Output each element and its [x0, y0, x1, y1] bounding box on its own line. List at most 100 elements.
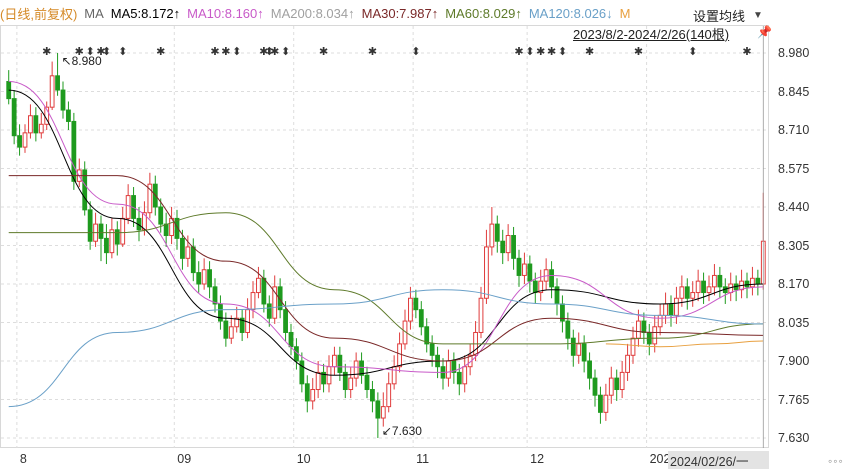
candlestick-plot[interactable]: ✱ ✱ ⬍ ✱⬍ ⬍ ✱ ✱ ✱ ⬍ ✱⬍✱ ⬍ ✱ ✱ ⬍ ✱ ⬍ ✱ ✱ ⬍ ✱ ✱ ⬍ ✱↖8.980↙7.630 — [0, 0, 770, 450]
candle-body — [22, 132, 28, 148]
candle-body — [158, 206, 164, 225]
ma-line-ma60 — [8, 212, 764, 345]
candle-body — [690, 292, 696, 299]
candle-body — [625, 354, 630, 373]
ma-settings-button[interactable]: 设置均线 ▼ — [686, 5, 770, 25]
candle-body — [190, 246, 196, 274]
candle-body — [332, 354, 337, 368]
event-marker: ✱ — [319, 46, 328, 58]
event-marker: ✱ — [514, 46, 523, 58]
candle-body — [511, 235, 516, 259]
candle-body — [370, 389, 375, 402]
candle-body — [663, 303, 668, 316]
candle-body — [98, 223, 104, 239]
candle-body — [527, 263, 533, 282]
indicator-legend: (日线,前复权) MA MA5:8.172↑ MA10:8.160↑ MA200… — [0, 3, 638, 23]
candle-body — [114, 229, 120, 245]
candle-body — [750, 277, 755, 288]
candle-body — [386, 383, 392, 408]
event-marker: ✱ — [547, 46, 556, 58]
ma-more-legend: M — [619, 5, 631, 21]
candle-body — [413, 297, 419, 311]
y-tick-label: 7.630 — [778, 431, 810, 445]
candle-body — [60, 89, 66, 111]
date-range-link[interactable]: 2023/8/2-2024/2/26(140根) — [573, 24, 729, 43]
event-marker: ✱ — [221, 46, 230, 58]
candle-body — [489, 223, 495, 248]
candle-body — [212, 286, 218, 305]
event-marker: ✱ — [585, 46, 594, 58]
y-tick-label: 7.900 — [778, 354, 810, 368]
candle-body — [608, 377, 614, 396]
candle-body — [516, 257, 522, 276]
candle-body — [266, 303, 272, 319]
candle-body — [228, 326, 234, 339]
candle-body — [33, 115, 39, 134]
y-tick-label: 8.710 — [778, 123, 810, 137]
candle-body — [619, 371, 625, 391]
event-marker: ✱ — [634, 46, 643, 58]
x-tick-label: 10 — [296, 452, 311, 466]
candle-body — [668, 303, 674, 316]
candle-body — [364, 374, 370, 391]
candle-body — [755, 277, 761, 285]
candle-body — [532, 280, 538, 294]
candle-body — [744, 280, 750, 288]
candle-body — [375, 400, 381, 419]
pin-icon[interactable]: 📌 — [757, 25, 772, 39]
price-mode-label[interactable]: (日线,前复权) — [0, 4, 77, 23]
caret-down-icon: ▼ — [753, 9, 763, 21]
candle-body — [652, 326, 658, 345]
y-tick-label: 8.980 — [778, 46, 810, 60]
y-tick-label: 8.305 — [778, 238, 810, 253]
kline-chart[interactable]: ✱ ✱ ⬍ ✱ ⬍ ⬍ ✱ ✱ ✱ ⬍ ✱ ⬍ ✱ ⬍ ✱ ✱ ⬍ ✱ ⬍ ✱ ✱ ⬍ ✱ ✱ ⬍ ✱ ↖8.980 ↙7.630 — [0, 0, 850, 471]
x-tick-label: 09 — [177, 452, 192, 466]
candle-body — [712, 274, 717, 288]
candle-body — [104, 237, 109, 254]
candle-body — [717, 274, 723, 288]
high-annotation: ↖8.980 — [62, 54, 102, 68]
candle-body — [418, 309, 424, 328]
event-marker: ⬍ — [558, 46, 567, 58]
x-tick-label: 11 — [416, 452, 430, 466]
y-tick-label: 8.575 — [778, 161, 810, 176]
ma10-legend: MA10:8.160↑ — [187, 5, 264, 21]
candle-body — [120, 217, 126, 245]
candle-body — [28, 115, 33, 134]
candle-body — [38, 123, 44, 134]
candle-body — [522, 263, 527, 276]
candle-body — [695, 280, 701, 294]
candle-body — [500, 240, 506, 254]
ma5-legend: MA5:8.172↑ — [110, 5, 181, 21]
ma120-legend: MA120:8.026↓ — [528, 5, 613, 21]
candle-body — [408, 297, 413, 322]
zoom-control-icon[interactable]: ◦◦◦ — [828, 454, 844, 468]
candle-body — [250, 292, 256, 311]
y-tick-label: 7.765 — [778, 392, 810, 407]
candle-body — [17, 135, 22, 148]
candle-body — [603, 394, 609, 413]
candle-body — [484, 246, 489, 299]
candle-body — [315, 371, 321, 391]
candle-body — [549, 269, 554, 288]
x-tick-label: 8 — [19, 452, 27, 466]
candle-body — [55, 75, 60, 91]
event-marker: ⬍ — [102, 46, 111, 58]
candle-body — [185, 246, 191, 259]
low-annotation: ↙7.630 — [382, 424, 422, 438]
event-marker: ✱ — [536, 46, 545, 58]
candle-body — [684, 286, 690, 299]
candle-body — [11, 98, 17, 137]
event-marker: ✱ — [742, 46, 751, 58]
candle-body — [196, 272, 202, 285]
candle-body — [701, 280, 706, 294]
event-marker: ⬍ — [118, 46, 127, 58]
ma-title: MA — [84, 5, 104, 21]
candle-body — [353, 360, 359, 379]
candle-body — [636, 320, 641, 339]
candle-body — [207, 269, 212, 288]
candle-body — [565, 320, 571, 339]
candle-body — [304, 383, 310, 402]
candle-body — [570, 337, 576, 356]
candle-body — [429, 343, 435, 356]
